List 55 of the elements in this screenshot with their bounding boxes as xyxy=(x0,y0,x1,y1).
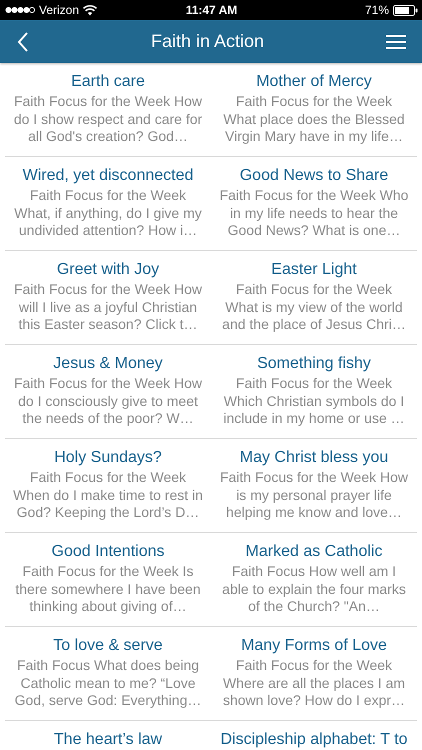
article-title: Jesus & Money xyxy=(52,354,164,374)
article-item[interactable]: Wired, yet disconnected Faith Focus for the Week What, if anything, do I give my undivided attention? How i… xyxy=(5,157,211,250)
article-summary: Faith Focus for the Week Who in my life needs to hear the Good News? What is one… xyxy=(218,187,410,240)
article-summary: Faith Focus for the Week How is my personal prayer life helping me know and love… xyxy=(218,469,410,522)
article-item[interactable]: Many Forms of Love Faith Focus for the Week Where are all the places I am shown love? How do I expr… xyxy=(211,627,417,720)
article-item[interactable]: Marked as Catholic Faith Focus How well am I able to explain the four marks of the Church? "An… xyxy=(211,533,417,626)
article-summary: Faith Focus for the Week Where are all the places I am shown love? How do I expr… xyxy=(222,657,406,710)
article-item[interactable]: Jesus & Money Faith Focus for the Week How do I consciously give to meet the needs of the poor? W… xyxy=(5,345,211,438)
battery-percent: 71% xyxy=(364,3,389,17)
article-title: Holy Sundays? xyxy=(53,448,163,468)
article-title: To love & serve xyxy=(52,636,164,656)
article-item[interactable]: Good Intentions Faith Focus for the Week Is there somewhere I have been thinking about giving of… xyxy=(5,533,211,626)
article-title: Good News to Share xyxy=(238,166,390,186)
article-item[interactable]: May Christ bless you Faith Focus for the Week How is my personal prayer life helping me know and love… xyxy=(211,439,417,532)
article-summary: Faith Focus for the Week Is there somewhere I have been thinking about giving of… xyxy=(14,563,202,616)
article-summary: Faith Focus for the Week How do I consciously give to meet the needs of the poor? W… xyxy=(12,375,204,428)
article-item[interactable]: Good News to Share Faith Focus for the Week Who in my life needs to hear the Good News? What is one… xyxy=(211,157,417,250)
article-summary: Faith Focus How well am I able to explain the four marks of the Church? "An… xyxy=(221,563,407,616)
article-title: Easter Light xyxy=(270,260,358,280)
article-title: Something fishy xyxy=(256,354,372,374)
article-summary: Faith Focus for the Week Which Christian symbols do I include in my home or use … xyxy=(222,375,406,428)
article-item[interactable]: Something fishy Faith Focus for the Week Which Christian symbols do I include in my home or use … xyxy=(211,345,417,438)
article-summary: Faith Focus for the Week What, if anything, do I give my undivided attention? How i… xyxy=(13,187,203,240)
menu-icon[interactable] xyxy=(386,34,406,50)
article-title: The heart’s law xyxy=(52,730,164,750)
article-item[interactable]: Earth care Faith Focus for the Week How do I show respect and care for all God's creation? God… xyxy=(5,63,211,156)
article-item[interactable]: Holy Sundays? Faith Focus for the Week When do I make time to rest in God? Keeping the Lord’s D… xyxy=(5,439,211,532)
clock-time: 11:47 AM xyxy=(186,3,238,17)
signal-icon xyxy=(5,6,35,14)
article-title: Marked as Catholic xyxy=(244,542,384,562)
article-summary: Faith Focus for the Week What place does the Blessed Virgin Mary have in my life… xyxy=(222,93,406,146)
article-item[interactable]: Discipleship alphabet: T to xyxy=(211,721,417,750)
article-title: Discipleship alphabet: T to xyxy=(219,730,409,750)
screen-title: Faith in Action xyxy=(150,31,264,52)
wifi-icon xyxy=(83,4,98,16)
article-summary: Faith Focus for the Week When do I make time to rest in God? Keeping the Lord’s D… xyxy=(12,469,204,522)
article-title: Mother of Mercy xyxy=(255,72,373,92)
article-title: Earth care xyxy=(70,72,146,92)
article-item[interactable]: The heart’s law xyxy=(5,721,211,750)
battery-icon xyxy=(393,4,418,16)
article-item[interactable]: Easter Light Faith Focus for the Week What is my view of the world and the place of Jesus Chri… xyxy=(211,251,417,344)
back-icon[interactable] xyxy=(17,32,29,52)
article-summary: Faith Focus for the Week How will I live as a joyful Christian this Easter season? Click t… xyxy=(12,281,204,334)
carrier-label: Verizon xyxy=(39,3,80,17)
article-summary: Faith Focus for the Week How do I show respect and care for all God's creation? God… xyxy=(12,93,204,146)
article-title: May Christ bless you xyxy=(238,448,390,468)
article-title: Greet with Joy xyxy=(56,260,160,280)
article-item[interactable]: Greet with Joy Faith Focus for the Week How will I live as a joyful Christian this Easter season? Click t… xyxy=(5,251,211,344)
article-item[interactable]: Mother of Mercy Faith Focus for the Week What place does the Blessed Virgin Mary have in my life… xyxy=(211,63,417,156)
article-title: Wired, yet disconnected xyxy=(22,166,194,186)
article-item[interactable]: To love & serve Faith Focus What does being Catholic mean to me? “Love God, serve God: Everything… xyxy=(5,627,211,720)
article-title: Good Intentions xyxy=(50,542,166,562)
article-summary: Faith Focus What does being Catholic mean to me? “Love God, serve God: Everything… xyxy=(14,657,202,710)
article-summary: Faith Focus for the Week What is my view of the world and the place of Jesus Chri… xyxy=(221,281,407,334)
article-title: Many Forms of Love xyxy=(240,636,388,656)
